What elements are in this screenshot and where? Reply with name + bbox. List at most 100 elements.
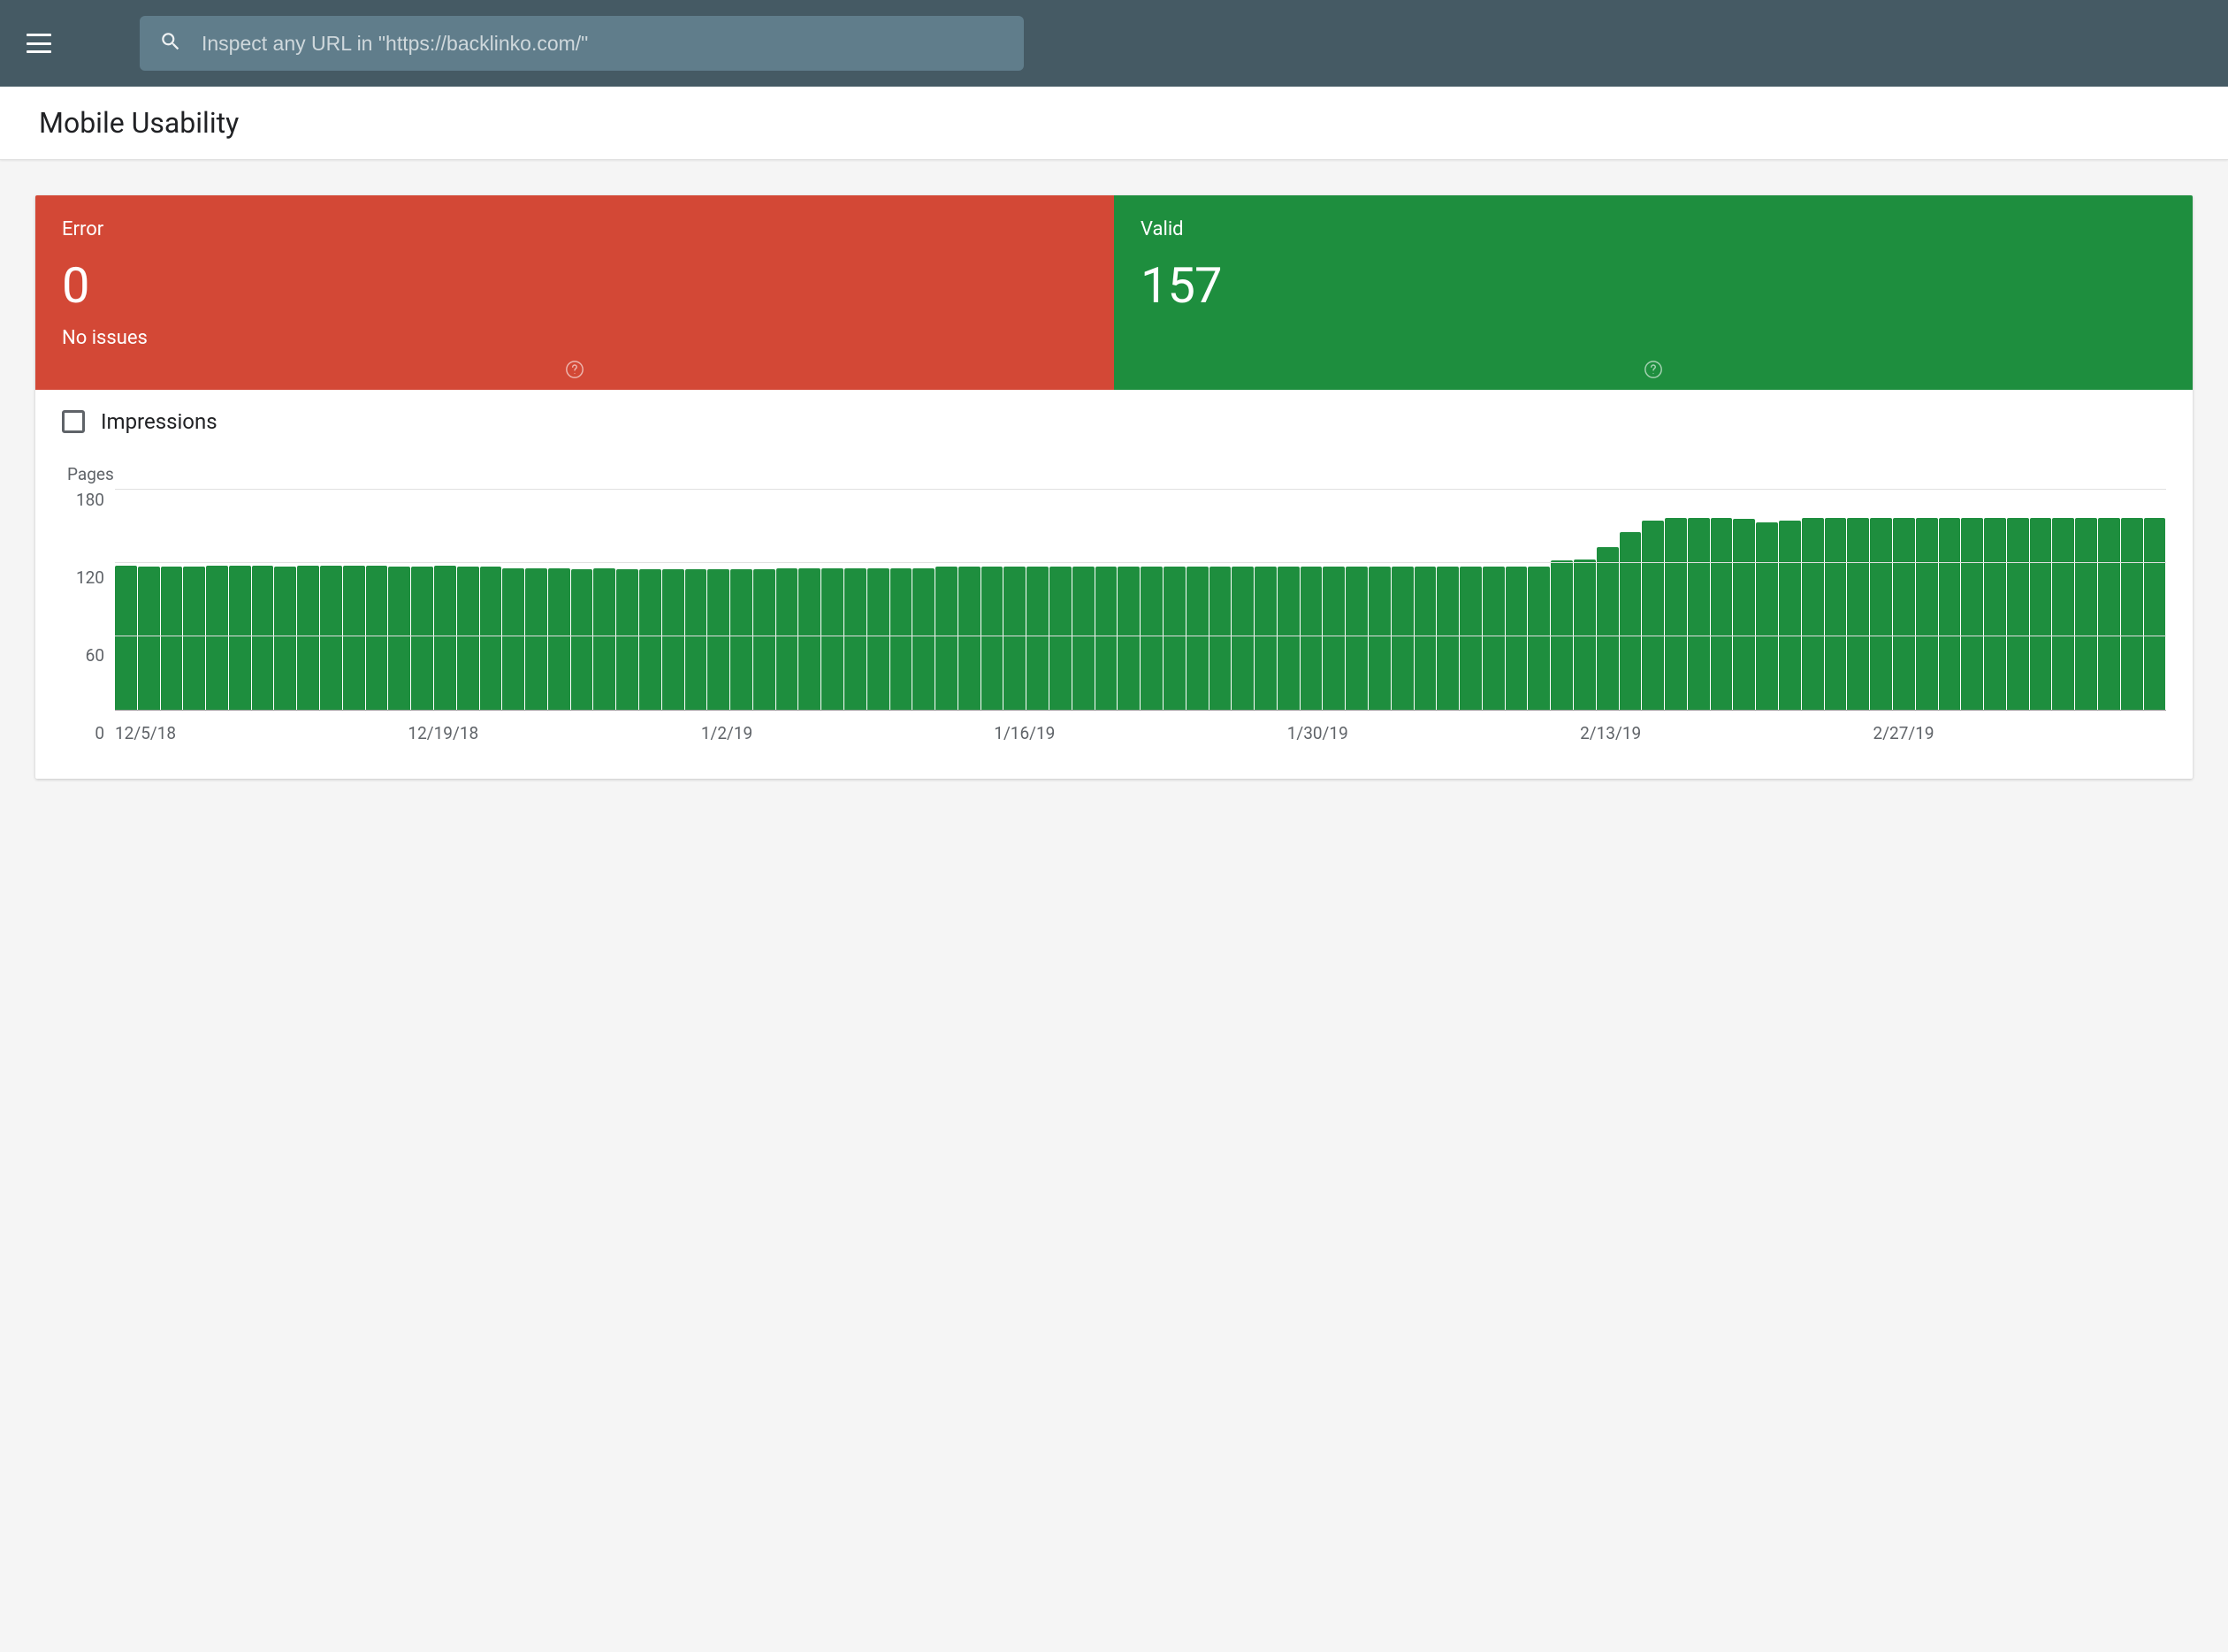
chart-bar [2098,518,2120,710]
page-title: Mobile Usability [39,106,2189,140]
chart-bar [502,568,524,710]
chart-bar [320,566,342,710]
chart-bar [1369,567,1391,710]
chart-bar [776,568,798,710]
chart-bar [2007,518,2029,710]
chart-bar [115,566,137,710]
chart-bar [1779,521,1801,710]
chart-bar [229,566,251,710]
chart-bar [662,569,684,710]
valid-label: Valid [1141,218,2166,240]
chart-bar [1437,567,1459,710]
chart-bar [297,566,319,710]
chart-bar [1323,567,1345,710]
content: Error 0 No issues Valid 157 Impressions … [0,160,2228,814]
chart-bar [1049,567,1072,710]
chart-bar [1711,518,1733,710]
chart-bar [981,567,1003,710]
chart-bar [366,566,388,710]
error-count: 0 [62,256,1087,315]
help-icon[interactable] [565,360,584,379]
chart-bar [1003,567,1026,710]
chart-bar [343,566,365,710]
chart-bar [1961,518,1983,710]
help-icon[interactable] [1644,360,1663,379]
topbar [0,0,2228,87]
chart-bar [2121,518,2143,710]
chart-bar [388,567,410,710]
valid-count: 157 [1141,256,2166,315]
y-axis-label: Pages [67,464,2166,484]
chart-bar [1301,567,1323,710]
chart-bar [821,568,843,710]
chart-bar [571,569,593,710]
chart-bar [457,567,479,710]
chart-bar [867,568,889,710]
chart-bar [183,567,205,710]
chart-bar [639,569,661,710]
chart-bar [2075,518,2097,710]
error-tile[interactable]: Error 0 No issues [35,195,1114,390]
menu-icon[interactable] [27,34,51,53]
url-search-input[interactable] [202,32,1004,56]
chart-bar [1026,567,1049,710]
chart-bar [1847,518,1869,710]
chart-bar [707,569,729,710]
chart-bar [1346,567,1368,710]
chart-bar [1574,560,1596,710]
chart-bar [411,567,433,710]
chart-bar [480,567,502,710]
impressions-checkbox[interactable] [62,410,85,433]
chart-bar [1072,567,1095,710]
chart-bar [1733,519,1755,710]
chart-bar [685,569,707,710]
chart-bar [1141,567,1163,710]
impressions-label: Impressions [101,409,217,434]
chart-bar [1642,521,1664,710]
chart-bar [1870,518,1892,710]
valid-tile[interactable]: Valid 157 [1114,195,2193,390]
chart-bar [1916,518,1938,710]
summary-row: Error 0 No issues Valid 157 [35,195,2193,390]
chart-bar [798,568,820,710]
chart-area: Pages 180120600 12/5/1812/19/181/2/191/1… [35,443,2193,779]
page-header: Mobile Usability [0,87,2228,160]
chart-bar [138,567,160,710]
chart-bar [1095,567,1118,710]
chart-bar [525,568,547,710]
chart-bar [1164,567,1186,710]
chart-bar [161,567,183,710]
chart-bar [1688,518,1710,710]
chart-bar [1415,567,1437,710]
report-card: Error 0 No issues Valid 157 Impressions … [35,195,2193,779]
chart-bar [1665,518,1687,710]
chart-bar [2144,518,2166,710]
chart-bar [1392,567,1414,710]
chart-bar [274,567,296,710]
chart-bar [1118,567,1140,710]
search-icon [159,30,182,57]
x-axis: 12/5/1812/19/181/2/191/16/191/30/192/13/… [115,723,2166,743]
chart-bar [1278,567,1300,710]
url-search-bar[interactable] [140,16,1024,71]
chart-bar [935,567,958,710]
chart-bar [1802,518,1824,710]
chart-bar [1756,522,1778,710]
chart-bar [1984,518,2006,710]
chart-bar [2030,518,2052,710]
chart-bar [912,568,935,710]
error-label: Error [62,218,1087,240]
chart-bar [1825,518,1847,710]
chart-bar [1483,567,1505,710]
impressions-toggle: Impressions [35,390,2193,443]
y-axis: 180120600 [62,490,115,743]
chart-bar [1255,567,1277,710]
chart-bar [1620,532,1642,710]
chart-bar [958,567,980,710]
chart-bar [1528,567,1550,710]
chart-bar [1232,567,1254,710]
chart-bar [616,569,638,710]
chart-bar [730,569,752,710]
chart-bar [1460,567,1482,710]
chart-bar [890,568,912,710]
